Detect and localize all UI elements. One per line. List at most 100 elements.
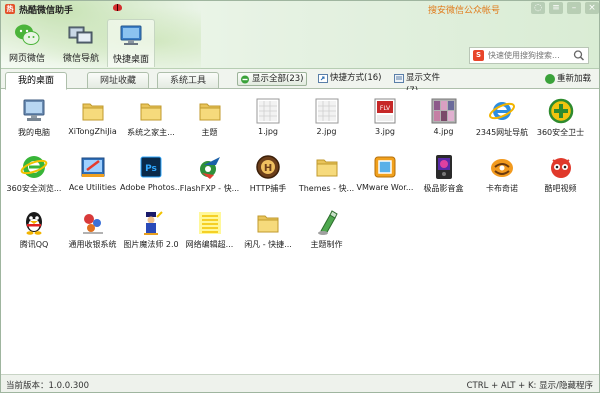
flv-image-icon: FLV [374,98,396,124]
nav-web-wechat[interactable]: 网页微信 [5,19,49,67]
desktop-item[interactable]: 酷吧视频 [530,150,592,206]
desktop-item-label: 1.jpg [257,127,278,136]
svg-text:Ps: Ps [145,164,157,174]
cappuccino-icon [491,159,513,177]
search-icon[interactable] [572,49,587,62]
desktop-item[interactable]: 2.jpg [296,94,358,150]
desktop-item[interactable]: Ps Adobe Photos... [120,150,182,206]
app-window: 热 热酷微信助手 搜安微信公众帐号 ◌ ≡ – × 网页微信 微信导航 快捷桌面… [0,0,600,393]
desktop-item[interactable]: 腾讯QQ [3,206,65,262]
desktop-item[interactable]: 4.jpg [413,94,475,150]
ace-utilities-icon [81,157,104,177]
cashier-icon [82,214,103,234]
desktop-item[interactable]: FLV 3.jpg [354,94,416,150]
desktop-item-label: 360安全卫士 [536,128,585,137]
media-box-icon [435,155,452,179]
desktop-item-label: HTTP捕手 [249,184,287,193]
reload-label: 重新加载 [557,74,592,84]
header: 热 热酷微信助手 搜安微信公众帐号 ◌ ≡ – × 网页微信 微信导航 快捷桌面… [1,1,599,69]
desktop-icon [120,25,142,45]
image-file-icon [315,98,338,124]
desktop-item-label: VMware Wor... [356,183,414,192]
folder-icon [140,103,162,121]
nav-wechat-guide[interactable]: 微信导航 [59,19,103,67]
desktop-item-label: XiTongZhiJia [68,127,117,136]
kuba-video-icon [550,158,571,178]
desktop-item[interactable]: 图片魔法师 2.0 [120,206,182,262]
desktop-item[interactable]: Themes - 快... [296,150,358,206]
desktop-items-grid: 我的电脑 XiTongZhiJia 系统之家主... 主题 1.jpg 2.jpg FLV 3… [1,90,599,374]
image-file-icon [256,98,280,124]
360-guard-icon [548,98,573,124]
tab-url-favorites[interactable]: 网址收藏 [87,72,149,89]
desktop-item[interactable]: 卡布奇诺 [471,150,533,206]
close-button[interactable]: × [583,1,600,16]
search-box: S [469,47,589,64]
desktop-item[interactable]: 360安全卫士 [530,94,592,150]
desktop-item-label: 腾讯QQ [19,240,49,249]
desktop-item-label: 通用收银系统 [68,240,117,249]
desktop-item[interactable]: 通用收银系统 [62,206,124,262]
ladybug-icon [113,4,122,11]
filter-shortcut-button[interactable]: 快捷方式(16) [316,72,382,86]
notes-icon [198,212,221,234]
minimize-icon: – [567,2,581,14]
menu-button[interactable]: ≡ [547,1,565,16]
filter-show-all-button[interactable]: 显示全部(23) [237,72,307,86]
desktop-item[interactable]: 网络编辑超... [179,206,241,262]
tab-my-desktop[interactable]: 我的桌面 [5,72,67,90]
desktop-item[interactable]: 极品影音盒 [413,150,475,206]
app-title: 热酷微信助手 [19,6,74,16]
monitors-icon [68,26,93,44]
desktop-item[interactable]: XiTongZhiJia [62,94,124,150]
filter-shortcut-label: 快捷方式(16) [330,73,382,83]
photo-magician-icon [144,211,163,235]
reload-button[interactable]: 重新加载 [545,72,591,86]
desktop-item-label: 主题 [201,128,218,137]
flashfxp-icon [199,157,220,179]
sogou-logo-icon: S [473,50,484,61]
desktop-item[interactable]: 360安全浏览... [3,150,65,206]
desktop-item[interactable]: 我的电脑 [3,94,65,150]
desktop-item[interactable]: H HTTP捕手 [237,150,299,206]
theme-maker-icon [317,210,338,235]
desktop-item[interactable]: 2345网址导航 [471,94,533,150]
desktop-item[interactable]: Ace Utilities [62,150,124,206]
shortcut-icon [318,74,328,83]
desktop-item-label: 网络编辑超... [185,240,234,249]
desktop-item[interactable]: 闲凡 - 快捷... [237,206,299,262]
skin-button[interactable]: ◌ [529,1,547,16]
tab-bar: 我的桌面 网址收藏 系统工具 显示全部(23) 快捷方式(16) 显示文件(7)… [1,69,599,96]
tab-system-tools[interactable]: 系统工具 [157,72,219,89]
qq-penguin-icon [26,212,42,235]
desktop-item[interactable]: 主题 [179,94,241,150]
photoshop-icon: Ps [140,156,162,178]
svg-text:H: H [264,163,272,174]
desktop-item[interactable]: 主题制作 [296,206,358,262]
desktop-item[interactable]: 系统之家主... [120,94,182,150]
360-browser-icon [20,156,48,178]
filter-file-button[interactable]: 显示文件(7) [392,72,452,96]
desktop-item-label: 酷吧视频 [544,184,577,193]
folder-icon [316,159,337,177]
desktop-item[interactable]: FlashFXP - 快... [179,150,241,206]
wechat-icon [15,24,40,45]
desktop-item-label: 2345网址导航 [475,128,529,137]
skin-icon: ◌ [531,2,545,14]
desktop-item-label: 主题制作 [310,240,343,249]
nav-quick-desktop[interactable]: 快捷桌面 [107,19,155,67]
desktop-item[interactable]: 1.jpg [237,94,299,150]
desktop-item-label: 极品影音盒 [423,184,464,193]
nav-label: 快捷桌面 [112,55,149,65]
follow-account-link[interactable]: 搜安微信公众帐号 [428,3,500,16]
menu-icon: ≡ [549,2,563,14]
computer-icon [23,99,45,121]
search-input[interactable] [488,49,570,62]
app-logo-icon: 热 [5,4,15,14]
hotkey-hint: CTRL + ALT + K: 显示/隐藏程序 [466,381,593,391]
desktop-item-label: FlashFXP - 快... [179,184,240,193]
minimize-button[interactable]: – [565,1,583,16]
close-icon: × [585,2,599,14]
desktop-item[interactable]: VMware Wor... [354,150,416,206]
desktop-item-label: 卡布奇诺 [486,184,518,193]
